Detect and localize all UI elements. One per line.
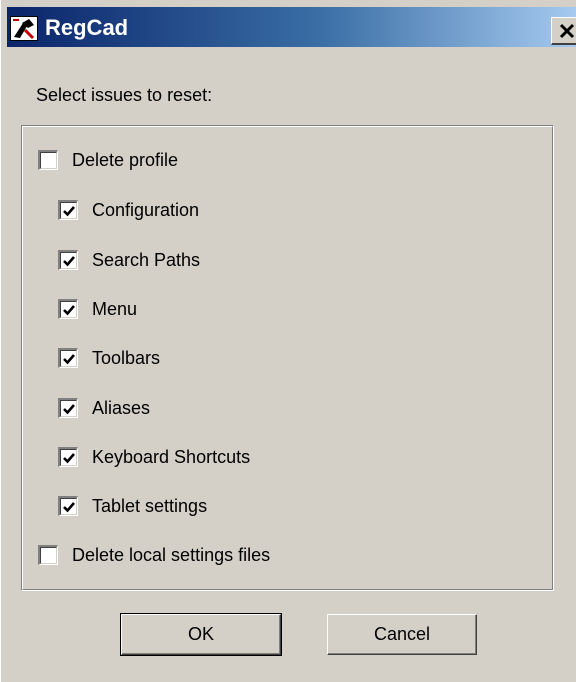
tablet-settings-label: Tablet settings bbox=[92, 495, 208, 516]
checkmark-icon bbox=[63, 502, 75, 513]
keyboard-shortcuts-checkbox-row[interactable]: Keyboard Shortcuts bbox=[58, 445, 250, 469]
checkmark-icon bbox=[63, 453, 75, 464]
app-icon bbox=[10, 16, 38, 41]
checkmark-icon bbox=[63, 354, 75, 365]
instruction-label: Select issues to reset: bbox=[36, 85, 213, 105]
menu-checkbox-row[interactable]: Menu bbox=[58, 297, 137, 321]
close-icon bbox=[559, 23, 575, 39]
search-paths-checkbox-row[interactable]: Search Paths bbox=[58, 248, 200, 272]
delete-local-settings-checkbox[interactable] bbox=[38, 545, 58, 565]
cancel-button[interactable]: Cancel bbox=[327, 614, 477, 655]
keyboard-shortcuts-label: Keyboard Shortcuts bbox=[92, 446, 251, 467]
aliases-label: Aliases bbox=[92, 397, 151, 418]
regcad-dialog: RegCad Select issues to reset: Delete pr… bbox=[0, 0, 576, 682]
configuration-label: Configuration bbox=[92, 199, 200, 220]
keyboard-shortcuts-checkbox[interactable] bbox=[58, 447, 78, 467]
delete-profile-checkbox[interactable] bbox=[38, 150, 58, 170]
tablet-settings-checkbox[interactable] bbox=[58, 496, 78, 516]
checkmark-icon bbox=[63, 206, 75, 217]
ok-button[interactable]: OK bbox=[120, 613, 282, 656]
delete-profile-label: Delete profile bbox=[72, 149, 179, 170]
delete-local-settings-checkbox-row[interactable]: Delete local settings files bbox=[38, 543, 270, 567]
toolbars-checkbox[interactable] bbox=[58, 348, 78, 368]
toolbars-checkbox-row[interactable]: Toolbars bbox=[58, 346, 160, 370]
toolbars-label: Toolbars bbox=[92, 347, 161, 368]
delete-profile-checkbox-row[interactable]: Delete profile bbox=[38, 148, 178, 172]
title-bar[interactable]: RegCad bbox=[7, 7, 576, 47]
delete-local-settings-label: Delete local settings files bbox=[72, 544, 271, 565]
search-paths-label: Search Paths bbox=[92, 249, 201, 270]
search-paths-checkbox[interactable] bbox=[58, 250, 78, 270]
checkmark-icon bbox=[63, 256, 75, 267]
menu-checkbox[interactable] bbox=[58, 299, 78, 319]
aliases-checkbox-row[interactable]: Aliases bbox=[58, 396, 150, 420]
configuration-checkbox-row[interactable]: Configuration bbox=[58, 198, 199, 222]
close-button[interactable] bbox=[551, 17, 576, 45]
checkmark-icon bbox=[63, 305, 75, 316]
aliases-checkbox[interactable] bbox=[58, 398, 78, 418]
configuration-checkbox[interactable] bbox=[58, 200, 78, 220]
window-title: RegCad bbox=[45, 15, 129, 40]
checkmark-icon bbox=[63, 404, 75, 415]
tablet-settings-checkbox-row[interactable]: Tablet settings bbox=[58, 494, 207, 518]
menu-label: Menu bbox=[92, 298, 138, 319]
